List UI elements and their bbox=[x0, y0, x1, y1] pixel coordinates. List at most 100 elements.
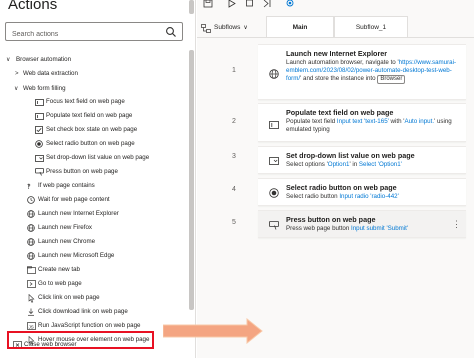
text-field-icon bbox=[34, 97, 44, 107]
step-description: Select radio button Input radio 'radio-4… bbox=[286, 193, 462, 201]
desc-element: Input radio 'radio-442' bbox=[339, 193, 399, 200]
actions-pane: Actions ∨ Browser automation > Web data … bbox=[0, 0, 196, 358]
step-description: Populate text field Input text 'text-165… bbox=[286, 118, 462, 134]
globe-icon bbox=[26, 223, 36, 233]
dropdown-icon bbox=[34, 153, 44, 163]
search-input[interactable] bbox=[6, 26, 156, 43]
tab-divider bbox=[197, 37, 474, 38]
step-card-press-button[interactable]: Press button on web page Press web page … bbox=[258, 210, 466, 238]
desc-element: Input submit 'Submit' bbox=[351, 225, 409, 232]
radio-button-icon bbox=[268, 187, 279, 198]
step-description: Select options 'Option1' in Select 'Opti… bbox=[286, 161, 462, 169]
if-condition-icon: ‽ bbox=[26, 181, 36, 191]
desc-text: Launch automation browser, navigate to ' bbox=[286, 59, 399, 66]
desc-text: with ' bbox=[388, 118, 405, 125]
chevron-down-icon: ∨ bbox=[243, 25, 248, 31]
desc-element: Select 'Option1' bbox=[358, 161, 402, 168]
pane-scrollbar-top[interactable] bbox=[189, 0, 194, 14]
desc-text: Press web page button bbox=[286, 225, 352, 232]
text-field-icon bbox=[268, 119, 279, 130]
step-number: 1 bbox=[232, 67, 236, 74]
action-label: If web page contains bbox=[38, 182, 95, 189]
step-description: Press web page button Input submit 'Subm… bbox=[286, 225, 462, 233]
chevron-down-icon: ∨ bbox=[14, 86, 19, 92]
run-icon[interactable] bbox=[227, 0, 237, 10]
svg-text:‽: ‽ bbox=[27, 183, 31, 190]
action-label: Wait for web page content bbox=[38, 196, 110, 203]
chevron-right-icon: > bbox=[15, 71, 19, 77]
action-label: Select radio button on web page bbox=[46, 140, 135, 147]
desc-text: Select options ' bbox=[286, 161, 328, 168]
globe-icon bbox=[268, 68, 279, 79]
drag-arrow-icon bbox=[163, 318, 263, 344]
click-icon bbox=[26, 293, 36, 303]
action-label: Launch new Microsoft Edge bbox=[38, 252, 115, 259]
new-tab-icon bbox=[26, 265, 36, 275]
tab-subflow-1[interactable]: Subflow_1 bbox=[334, 16, 408, 37]
step-number: 4 bbox=[232, 186, 236, 193]
pane-scrollbar[interactable] bbox=[189, 50, 194, 310]
checkbox-icon bbox=[34, 125, 44, 135]
action-label: Populate text field on web page bbox=[46, 112, 133, 119]
action-label: Launch new Chrome bbox=[38, 238, 96, 245]
chevron-down-icon: ∨ bbox=[6, 57, 11, 63]
step-title: Launch new Internet Explorer bbox=[286, 49, 388, 58]
step-card-launch-ie[interactable]: Launch new Internet Explorer Launch auto… bbox=[258, 44, 466, 100]
desc-text: Select radio button bbox=[286, 193, 340, 200]
action-label: Go to web page bbox=[38, 280, 82, 287]
desc-text: ' and store the instance into bbox=[300, 75, 378, 83]
globe-icon bbox=[26, 251, 36, 261]
globe-icon bbox=[26, 209, 36, 219]
button-press-icon bbox=[268, 220, 279, 231]
desc-value: Auto input. bbox=[404, 118, 435, 125]
action-label: Set drop-down list value on web page bbox=[46, 154, 150, 161]
wait-icon bbox=[26, 195, 36, 205]
step-card-populate-text[interactable]: Populate text field on web page Populate… bbox=[258, 103, 466, 142]
step-title: Populate text field on web page bbox=[286, 108, 394, 117]
step-card-set-dropdown[interactable]: Set drop-down list value on web page Sel… bbox=[258, 146, 466, 174]
action-label: Set check box state on web page bbox=[46, 126, 138, 133]
action-label: Create new tab bbox=[38, 266, 80, 273]
dropdown-icon bbox=[268, 155, 279, 166]
search-icon[interactable] bbox=[165, 26, 177, 38]
step-number: 2 bbox=[232, 118, 236, 125]
action-label: Focus text field on web page bbox=[46, 98, 125, 105]
action-label: Click download link on web page bbox=[38, 308, 128, 315]
pane-title: Actions bbox=[8, 0, 58, 13]
step-number: 5 bbox=[232, 219, 236, 226]
action-label: Launch new Internet Explorer bbox=[38, 210, 119, 217]
go-to-page-icon bbox=[26, 279, 36, 289]
tab-main[interactable]: Main bbox=[266, 16, 334, 37]
desc-text: Populate text field bbox=[286, 118, 337, 125]
category-label: Browser automation bbox=[16, 56, 72, 63]
category-label: Web data extraction bbox=[23, 70, 78, 77]
subflows-label: Subflows bbox=[214, 24, 241, 31]
svg-text:JS: JS bbox=[28, 324, 33, 329]
toolbar bbox=[197, 0, 474, 14]
record-icon[interactable] bbox=[285, 0, 295, 10]
stop-icon[interactable] bbox=[245, 0, 255, 10]
download-icon bbox=[26, 307, 36, 317]
step-card-select-radio[interactable]: Select radio button on web page Select r… bbox=[258, 178, 466, 206]
step-title: Select radio button on web page bbox=[286, 183, 397, 192]
step-icon[interactable] bbox=[263, 0, 273, 10]
text-field-icon bbox=[34, 111, 44, 121]
radio-button-icon bbox=[34, 139, 44, 149]
globe-icon bbox=[26, 237, 36, 247]
subflows-button[interactable]: Subflows ∨ bbox=[201, 21, 248, 35]
category-label: Web form filling bbox=[23, 85, 66, 92]
save-icon[interactable] bbox=[203, 0, 213, 10]
subflows-icon bbox=[201, 23, 211, 33]
desc-text: ' in bbox=[349, 161, 359, 168]
highlight-box bbox=[7, 331, 154, 349]
button-press-icon bbox=[34, 167, 44, 177]
action-label: Press button on web page bbox=[46, 168, 118, 175]
variable-badge: Browser bbox=[377, 75, 406, 85]
step-title: Press button on web page bbox=[286, 215, 376, 224]
more-options-icon[interactable]: ⋮ bbox=[452, 219, 461, 230]
desc-value: Option1 bbox=[327, 161, 350, 168]
action-label: Click link on web page bbox=[38, 294, 100, 301]
javascript-icon: JS bbox=[26, 321, 36, 331]
search-box[interactable] bbox=[5, 22, 183, 43]
desc-element: Input text 'text-165' bbox=[336, 118, 389, 125]
